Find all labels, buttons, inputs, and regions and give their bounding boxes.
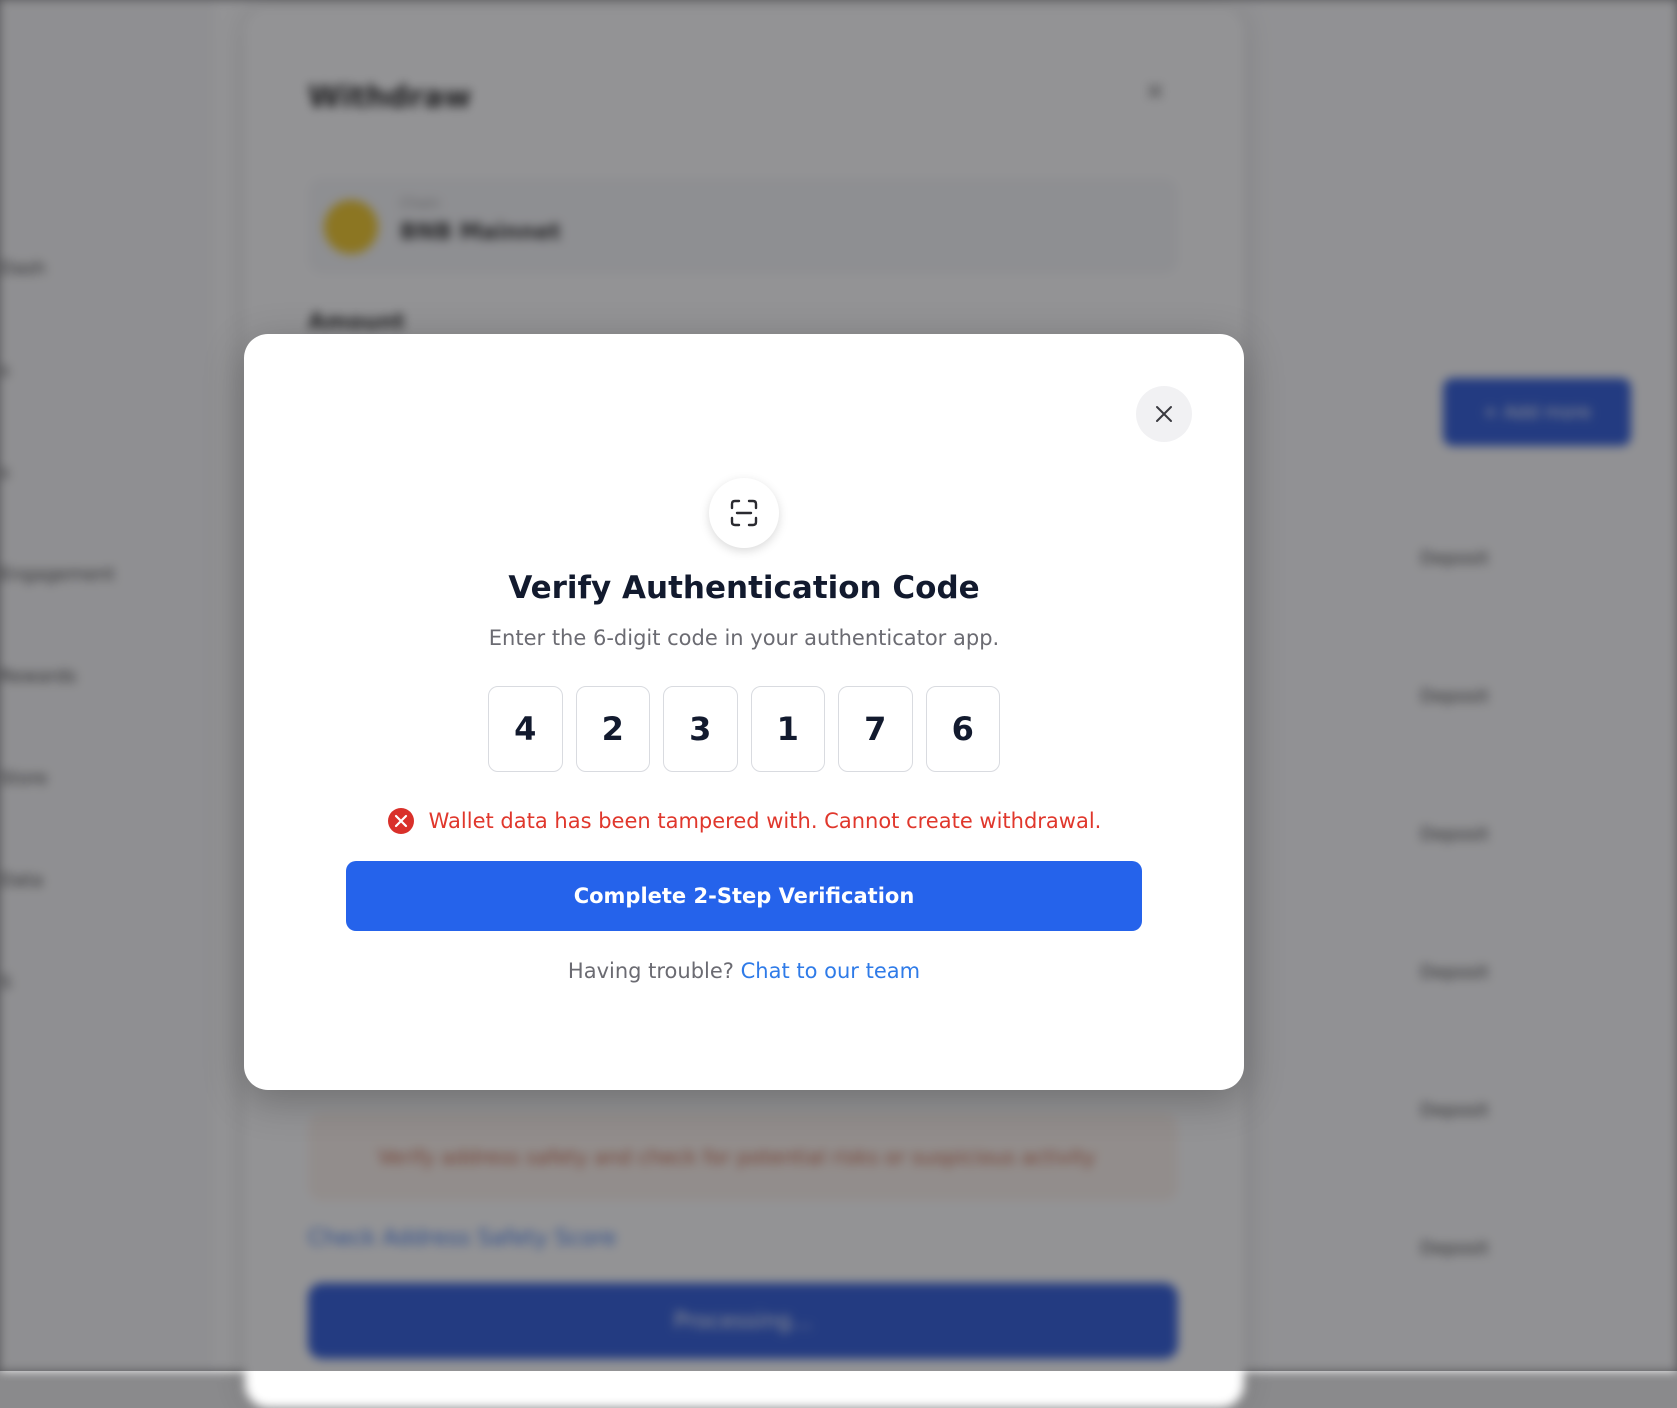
code-digit-input[interactable]: 2 bbox=[575, 686, 650, 772]
close-icon bbox=[1156, 406, 1172, 422]
error-circle-icon bbox=[387, 808, 414, 834]
error-message: Wallet data has been tampered with. Cann… bbox=[244, 804, 1244, 838]
code-digit-input[interactable]: 6 bbox=[925, 686, 1000, 772]
code-digit-input[interactable]: 3 bbox=[663, 686, 738, 772]
verify-code-modal: Verify Authentication Code Enter the 6-d… bbox=[244, 334, 1244, 1090]
code-input-group: 4 2 3 1 7 6 bbox=[488, 686, 1000, 772]
modal-title: Verify Authentication Code bbox=[508, 570, 980, 606]
scan-icon bbox=[730, 499, 758, 527]
help-text: Having trouble? Chat to our team bbox=[244, 959, 1244, 983]
scan-badge bbox=[709, 478, 779, 548]
error-text: Wallet data has been tampered with. Cann… bbox=[428, 809, 1102, 833]
modal-subtitle: Enter the 6-digit code in your authentic… bbox=[488, 626, 1000, 650]
chat-team-link[interactable]: Chat to our team bbox=[741, 959, 920, 983]
code-digit-input[interactable]: 7 bbox=[838, 686, 913, 772]
code-digit-input[interactable]: 4 bbox=[488, 686, 563, 772]
close-button[interactable] bbox=[1136, 386, 1192, 442]
complete-verification-button[interactable]: Complete 2-Step Verification bbox=[346, 861, 1142, 931]
help-prefix: Having trouble? bbox=[567, 959, 734, 983]
code-digit-input[interactable]: 1 bbox=[750, 686, 825, 772]
